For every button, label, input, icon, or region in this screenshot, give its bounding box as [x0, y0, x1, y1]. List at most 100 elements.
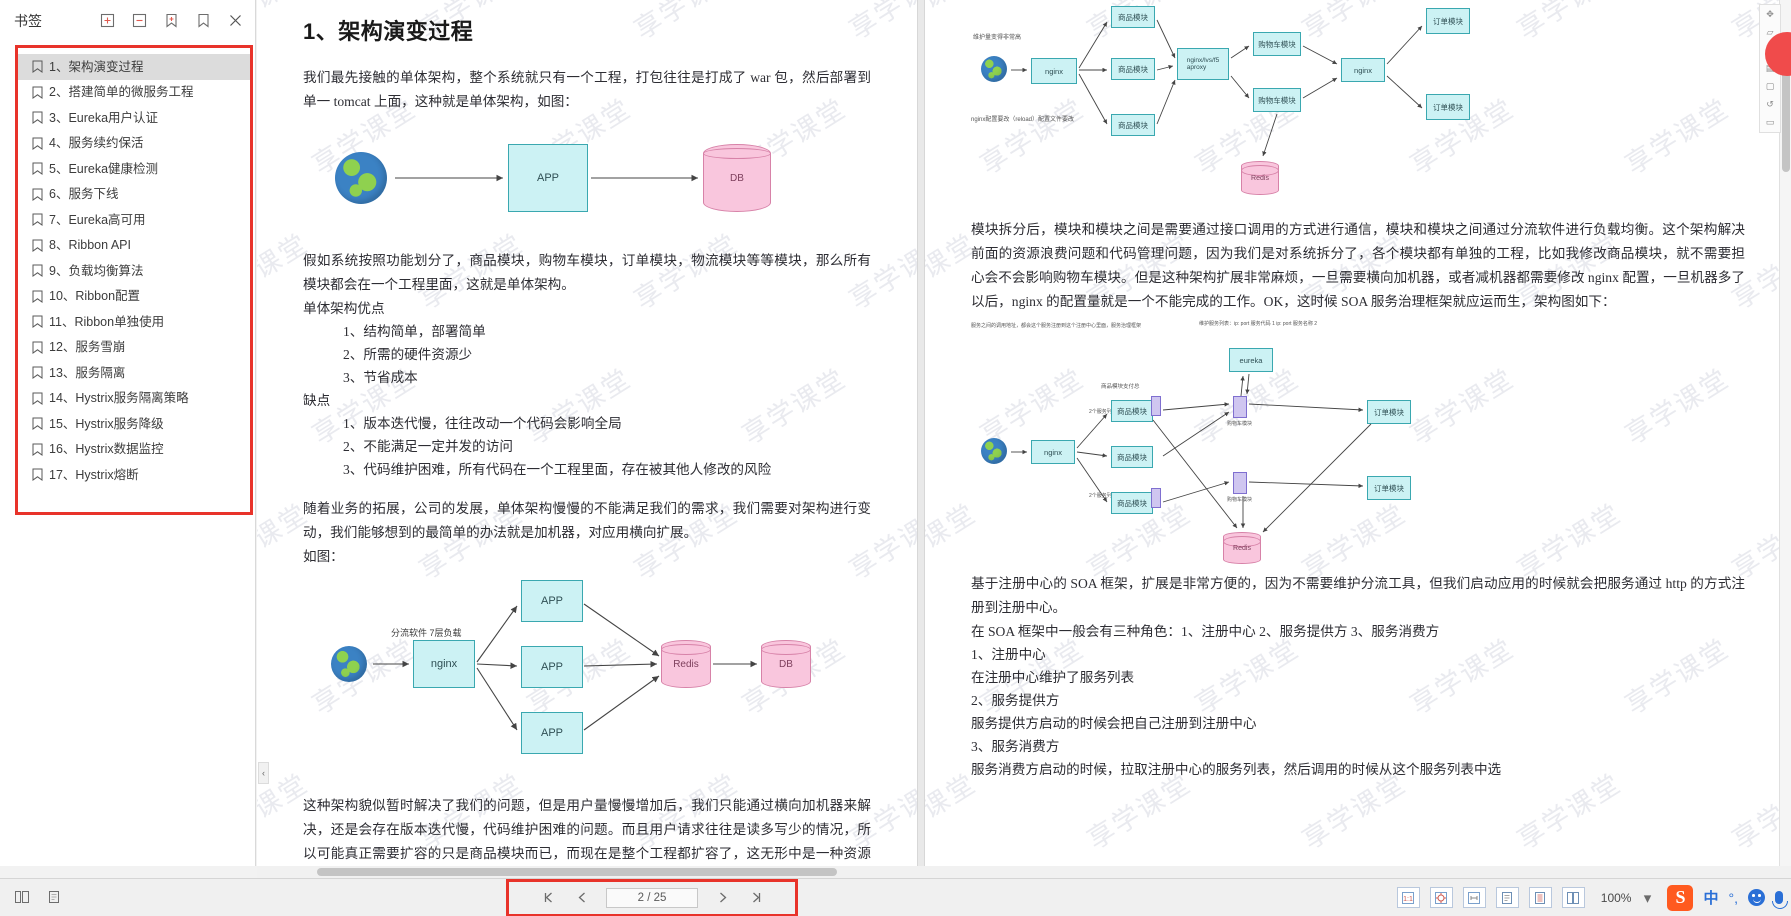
bookmark-label: 9、负载均衡算法	[49, 263, 144, 278]
bookmark-item[interactable]: 14、Hystrix服务隔离策略	[18, 386, 250, 412]
horizontal-scroll-thumb[interactable]	[317, 868, 837, 876]
role-registry-desc: 在注册中心维护了服务列表	[971, 670, 1135, 685]
bookmark-flag-icon	[32, 162, 43, 176]
bookmark-item[interactable]: 15、Hystrix服务降级	[18, 411, 250, 437]
document-page-left: 享学课堂 享学课堂 享学课堂 享学课堂 享学课堂 享学课堂 享学课堂 享学课堂 享学课堂 享学课堂…	[257, 0, 917, 866]
bookmark-icon[interactable]	[195, 12, 213, 30]
paragraph-conclusion: 这种架构貌似暂时解决了我们的问题，但是用户量慢慢增加后，我们只能通过横向加机器来…	[303, 798, 871, 861]
bookmark-flag-icon	[32, 188, 43, 201]
add-bookmark-icon[interactable]	[163, 12, 181, 30]
horizontal-scrollbar[interactable]	[257, 866, 1791, 878]
expand-all-icon[interactable]	[99, 12, 117, 30]
zoom-level-label[interactable]: 100%	[1601, 891, 1632, 905]
page-layout-icon[interactable]	[46, 889, 64, 907]
cons-title: 缺点	[303, 393, 331, 408]
diagram-horizontal-scale: 分流软件 7层负载 nginx APP APP APP Redis DB	[303, 578, 871, 778]
bookmark-flag-icon	[32, 60, 43, 74]
diagram-module-split: 维护量变得非常高 nginx配置要改（reload）配置文件要改 nginx 商…	[971, 6, 1745, 218]
bookmarks-sidebar: 书签 1、架构演变过程 2、搭建简单的微服务工程 3、Eureka用户认证 4、…	[0, 0, 256, 866]
continuous-page-icon[interactable]	[1528, 887, 1552, 908]
bookmark-item[interactable]: 4、服务续约保活	[18, 131, 250, 157]
page-icon[interactable]: ▢	[1764, 80, 1777, 93]
bookmark-item[interactable]: 10、Ribbon配置	[18, 284, 250, 310]
bookmark-flag-icon	[32, 111, 43, 125]
bookmark-item[interactable]: 12、服务雪崩	[18, 335, 250, 361]
bottom-left-tools	[0, 889, 240, 907]
document-viewport[interactable]: 享学课堂 享学课堂 享学课堂 享学课堂 享学课堂 享学课堂 享学课堂 享学课堂 享学课堂 享学课堂…	[257, 0, 1791, 866]
page-number-input[interactable]: 2 / 25	[606, 887, 698, 908]
page-navigation: 2 / 25	[506, 878, 798, 916]
bookmark-label: 16、Hystrix数据监控	[49, 442, 164, 456]
page-title: 1、架构演变过程	[303, 19, 474, 44]
sidebar-header: 书签	[0, 0, 255, 42]
paragraph-intro: 我们最先接触的单体架构，整个系统就只有一个工程，打包往往是打成了 war 包，然…	[303, 70, 871, 109]
sidebar-toolbar	[99, 12, 245, 30]
close-panel-icon[interactable]	[227, 12, 245, 30]
paragraph-scale-tail: 如图：	[303, 549, 344, 564]
paragraph-module-split: 模块拆分后，模块和模块之间是需要通过接口调用的方式进行通信，模块和模块之间通过分…	[971, 222, 1745, 309]
bookmark-flag-icon	[32, 86, 43, 99]
bookmarks-list: 1、架构演变过程 2、搭建简单的微服务工程 3、Eureka用户认证 4、服务续约保活…	[18, 48, 250, 488]
cons-item: 2、不能满足一定并发的访问	[343, 439, 513, 454]
bookmark-item[interactable]: 6、服务下线	[18, 182, 250, 208]
bookmark-item[interactable]: 2、搭建简单的微服务工程	[18, 80, 250, 106]
bookmark-item[interactable]: 13、服务隔离	[18, 360, 250, 386]
bookmark-label: 3、Eureka用户认证	[49, 110, 159, 125]
paragraph-scale: 随着业务的拓展，公司的发展，单体架构慢慢的不能满足我们的需求，我们需要对架构进行…	[303, 501, 871, 540]
microphone-icon[interactable]	[1772, 891, 1788, 909]
zoom-dropdown-icon[interactable]: ▾	[1641, 888, 1653, 908]
bookmark-label: 4、服务续约保活	[49, 136, 144, 150]
bookmark-item[interactable]: 7、Eureka高可用	[18, 207, 250, 233]
bookmark-flag-icon	[32, 264, 43, 278]
collapse-all-icon[interactable]	[131, 12, 149, 30]
bookmark-item[interactable]: 3、Eureka用户认证	[18, 105, 250, 131]
bookmark-item[interactable]: 16、Hystrix数据监控	[18, 437, 250, 463]
role-provider-title: 2、服务提供方	[971, 693, 1060, 708]
bookmark-label: 8、Ribbon API	[49, 238, 131, 252]
pros-item: 2、所需的硬件资源少	[343, 347, 473, 362]
fit-width-icon[interactable]	[1462, 887, 1486, 908]
ime-language-toggle[interactable]: 中	[1703, 887, 1718, 908]
bookmark-label: 1、架构演变过程	[49, 59, 144, 74]
bookmark-label: 17、Hystrix熔断	[49, 467, 139, 482]
bookmark-label: 5、Eureka健康检测	[49, 161, 159, 176]
single-page-icon[interactable]	[1495, 887, 1519, 908]
diagram-arrows-4	[1011, 373, 1372, 533]
bookmark-item[interactable]: 5、Eureka健康检测	[18, 156, 250, 182]
move-icon[interactable]: ✥	[1764, 8, 1777, 21]
prev-page-icon[interactable]	[572, 888, 592, 908]
paragraph-soa-roles: 在 SOA 框架中一般会有三种角色：1、注册中心 2、服务提供方 3、服务消费方	[971, 624, 1440, 639]
bookmark-label: 13、服务隔离	[49, 365, 126, 380]
ime-punctuation-toggle[interactable]: °,	[1729, 890, 1739, 906]
bookmark-flag-icon	[32, 239, 43, 252]
paragraph-soa-intro: 基于注册中心的 SOA 框架，扩展是非常方便的，因为不需要维护分流工具，但我们启…	[971, 576, 1745, 615]
role-consumer-desc: 服务消费方启动的时候，拉取注册中心的服务列表，然后调用的时候从这个服务列表中选	[971, 762, 1502, 777]
role-registry-title: 1、注册中心	[971, 647, 1046, 662]
emoji-icon[interactable]	[1748, 889, 1765, 906]
bookmark-item[interactable]: 17、Hystrix熔断	[18, 462, 250, 488]
bookmark-label: 12、服务雪崩	[49, 340, 126, 354]
undo-icon[interactable]: ↺	[1764, 98, 1777, 111]
facing-page-icon[interactable]	[1561, 887, 1585, 908]
bookmark-item[interactable]: 8、Ribbon API	[18, 233, 250, 259]
paragraph-modules: 假如系统按照功能划分了，商品模块，购物车模块，订单模块，物流模块等等模块，那么所…	[303, 253, 871, 292]
bottom-right-tools: 1:1 100% ▾ S 中 °,	[1396, 879, 1791, 916]
fit-page-icon[interactable]	[1429, 887, 1453, 908]
sidebar-collapse-handle[interactable]: ‹	[258, 762, 269, 784]
role-provider-desc: 服务提供方启动的时候会把自己注册到注册中心	[971, 716, 1257, 731]
last-page-icon[interactable]	[746, 888, 766, 908]
bookmark-item[interactable]: 11、Ribbon单独使用	[18, 309, 250, 335]
thumbnail-panel-icon[interactable]	[14, 889, 32, 907]
diagram-arrows-2	[373, 603, 757, 731]
sogou-logo-icon[interactable]: S	[1667, 884, 1694, 911]
next-page-icon[interactable]	[712, 888, 732, 908]
bookmark-item[interactable]: 1、架构演变过程	[18, 54, 250, 80]
actual-size-icon[interactable]: 1:1	[1396, 887, 1420, 908]
bookmark-label: 10、Ribbon配置	[49, 289, 141, 303]
bookmarks-list-container: 1、架构演变过程 2、搭建简单的微服务工程 3、Eureka用户认证 4、服务续约保活…	[15, 45, 253, 515]
pdf-reader-window: 书签 1、架构演变过程 2、搭建简单的微服务工程 3、Eureka用户认证 4、…	[0, 0, 1791, 916]
first-page-icon[interactable]	[538, 888, 558, 908]
bookmark-item[interactable]: 9、负载均衡算法	[18, 258, 250, 284]
bookmark-label: 11、Ribbon单独使用	[49, 314, 165, 329]
comment-icon[interactable]: ▭	[1764, 116, 1777, 129]
